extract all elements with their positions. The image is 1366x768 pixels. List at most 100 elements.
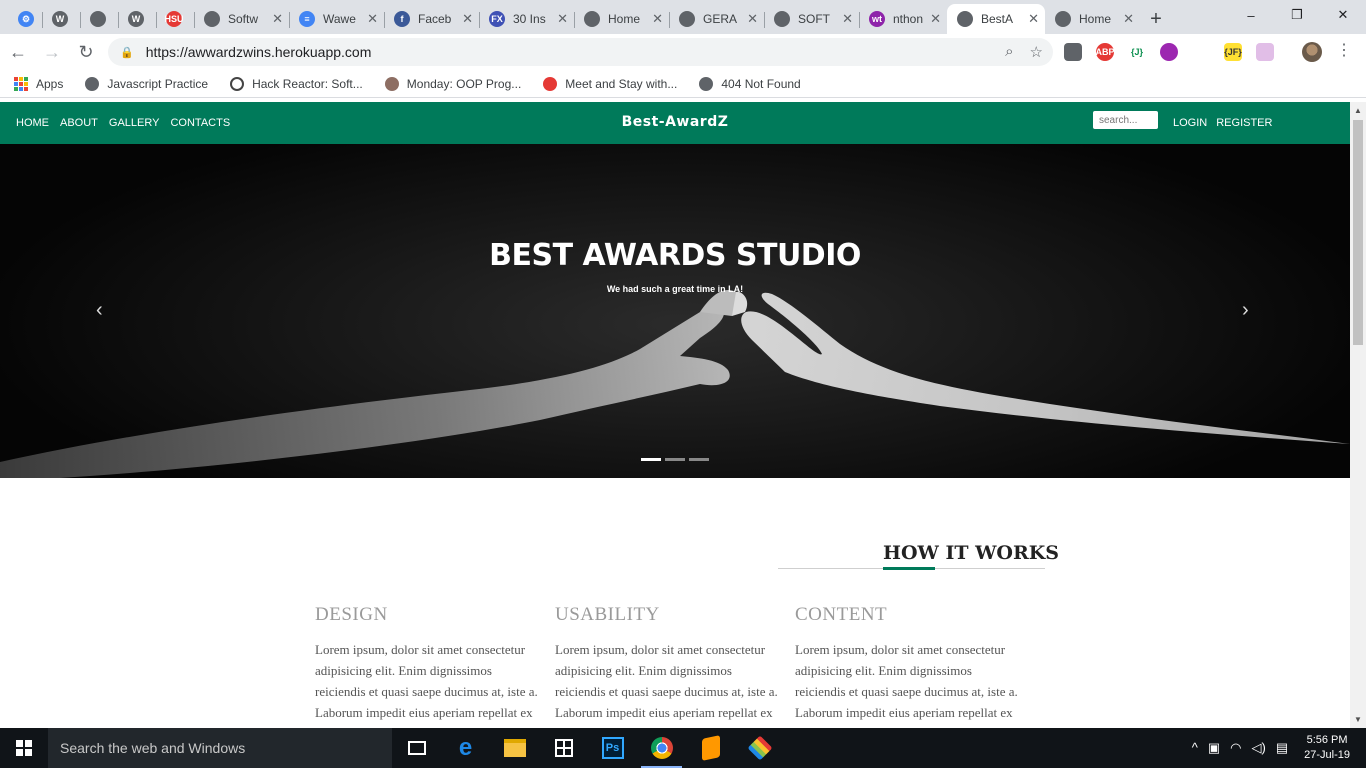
browser-tab[interactable]: BestA ✕: [947, 4, 1045, 34]
json-icon[interactable]: {J}: [1128, 43, 1146, 61]
browser-tab[interactable]: f Faceb ✕: [384, 4, 479, 34]
bookmark-star-icon[interactable]: ☆: [1030, 43, 1043, 61]
browser-tab[interactable]: Home ✕: [1045, 4, 1140, 34]
feature-column-design: DESIGN Lorem ipsum, dolor sit amet conse…: [315, 604, 540, 723]
scroll-down-icon[interactable]: ▼: [1354, 715, 1362, 724]
close-window-button[interactable]: ✕: [1320, 0, 1366, 30]
globe-icon: [699, 76, 714, 91]
adblock-icon[interactable]: ABP: [1096, 43, 1115, 61]
show-hidden-icons-icon[interactable]: ^: [1192, 740, 1198, 756]
file-explorer-app[interactable]: [490, 728, 539, 768]
feature-column-usability: USABILITY Lorem ipsum, dolor sit amet co…: [555, 604, 780, 723]
scrollbar-thumb[interactable]: [1353, 120, 1363, 345]
browser-tab[interactable]: [80, 4, 118, 34]
reload-button[interactable]: ↻: [70, 36, 102, 68]
carousel-prev-button[interactable]: ‹: [96, 300, 103, 320]
edge-icon: e: [458, 734, 473, 761]
tree-icon: [384, 76, 399, 91]
feature-column-content: CONTENT Lorem ipsum, dolor sit amet cons…: [795, 604, 1020, 723]
taskbar-clock[interactable]: 5:56 PM 27-Jul-19: [1304, 733, 1350, 763]
close-tab-icon[interactable]: ✕: [557, 11, 568, 27]
chrome-app[interactable]: [637, 728, 686, 768]
photoshop-app[interactable]: Ps: [588, 728, 637, 768]
zoom-icon[interactable]: ⌕: [1005, 43, 1013, 61]
browser-tab[interactable]: W: [118, 4, 156, 34]
close-tab-icon[interactable]: ✕: [367, 11, 378, 27]
window-controls: – ❐ ✕: [1228, 0, 1366, 30]
url-text[interactable]: https://awwardzwins.herokuapp.com: [146, 44, 372, 60]
bluestacks-app[interactable]: [735, 728, 784, 768]
notifications-icon[interactable]: ▤: [1276, 740, 1288, 756]
menu-kebab-icon[interactable]: ⋮: [1336, 43, 1352, 59]
purple-dots-icon[interactable]: [1160, 43, 1178, 61]
browser-tab[interactable]: GERA ✕: [669, 4, 764, 34]
section-heading: HOW IT WORKS: [883, 542, 1060, 564]
carousel-dot[interactable]: [689, 458, 709, 461]
feature-title: USABILITY: [555, 604, 660, 625]
store-app[interactable]: [539, 728, 588, 768]
carousel-dot[interactable]: [665, 458, 685, 461]
new-tab-button[interactable]: +: [1140, 4, 1172, 34]
browser-tab[interactable]: HSU: [156, 4, 194, 34]
close-tab-icon[interactable]: ✕: [462, 11, 473, 27]
task-view-app[interactable]: [392, 728, 441, 768]
page-scrollbar[interactable]: ▲ ▼: [1350, 102, 1366, 728]
sublime-icon: [701, 735, 720, 761]
browser-tab[interactable]: Softw ✕: [194, 4, 289, 34]
browser-tab[interactable]: FX 30 Ins ✕: [479, 4, 574, 34]
globe-icon: [679, 11, 695, 27]
wifi-icon[interactable]: ◠: [1230, 740, 1241, 756]
globe-icon: [1055, 11, 1071, 27]
close-tab-icon[interactable]: ✕: [842, 11, 853, 27]
maximize-button[interactable]: ❐: [1274, 0, 1320, 30]
battery-icon[interactable]: ▣: [1208, 740, 1220, 756]
carousel-indicators: [641, 458, 709, 461]
bookmark-item[interactable]: Javascript Practice: [85, 76, 208, 91]
close-tab-icon[interactable]: ✕: [652, 11, 663, 27]
close-tab-icon[interactable]: ✕: [747, 11, 758, 27]
shield-icon[interactable]: [1064, 43, 1082, 61]
register-link[interactable]: REGISTER: [1216, 117, 1272, 129]
taskbar-search-box[interactable]: Search the web and Windows: [48, 728, 392, 768]
carousel-next-button[interactable]: ›: [1242, 300, 1249, 320]
forward-button[interactable]: →: [36, 36, 68, 68]
tab-title: nthon: [893, 12, 924, 26]
sublime-app[interactable]: [686, 728, 735, 768]
browser-tab[interactable]: ≡ Wawe ✕: [289, 4, 384, 34]
scroll-up-icon[interactable]: ▲: [1354, 106, 1362, 115]
bookmark-item[interactable]: 404 Not Found: [699, 76, 801, 91]
bookmark-item[interactable]: Meet and Stay with...: [543, 76, 677, 91]
browser-tab[interactable]: SOFT ✕: [764, 4, 859, 34]
close-tab-icon[interactable]: ✕: [1123, 11, 1134, 27]
site-search-input[interactable]: [1093, 111, 1158, 129]
tab-title: SOFT: [798, 12, 830, 26]
volume-icon[interactable]: ◁): [1252, 740, 1266, 756]
hack-reactor-icon: [230, 76, 245, 91]
taskbar-apps: e Ps: [392, 728, 784, 768]
start-button[interactable]: [0, 728, 48, 768]
close-tab-icon[interactable]: ✕: [1028, 11, 1039, 27]
notes-icon[interactable]: [1256, 43, 1274, 61]
close-tab-icon[interactable]: ✕: [930, 11, 941, 27]
login-link[interactable]: LOGIN: [1173, 117, 1207, 129]
profile-avatar[interactable]: [1302, 42, 1322, 62]
edge-app[interactable]: e: [441, 728, 490, 768]
bookmark-label: Hack Reactor: Soft...: [252, 76, 363, 91]
bookmark-item[interactable]: Hack Reactor: Soft...: [230, 76, 363, 91]
browser-tab[interactable]: ⚙: [8, 4, 42, 34]
extensions-row: ABP {J} {JF}: [1064, 38, 1274, 66]
browser-tab[interactable]: W: [42, 4, 80, 34]
close-tab-icon[interactable]: ✕: [272, 11, 283, 27]
browser-tab[interactable]: wt nthon ✕: [859, 4, 947, 34]
minimize-button[interactable]: –: [1228, 0, 1274, 30]
lock-icon: 🔒: [120, 46, 134, 59]
code-icon[interactable]: [1192, 43, 1210, 61]
carousel-dot[interactable]: [641, 458, 661, 461]
address-bar[interactable]: 🔒 https://awwardzwins.herokuapp.com ⌕ ☆: [108, 38, 1053, 66]
json-formatter-icon[interactable]: {JF}: [1224, 43, 1242, 61]
browser-tab[interactable]: Home ✕: [574, 4, 669, 34]
bookmark-item[interactable]: Monday: OOP Prog...: [384, 76, 521, 91]
bookmark-item[interactable]: Apps: [14, 76, 63, 91]
wordpress-icon: W: [128, 11, 144, 27]
back-button[interactable]: ←: [2, 36, 34, 68]
